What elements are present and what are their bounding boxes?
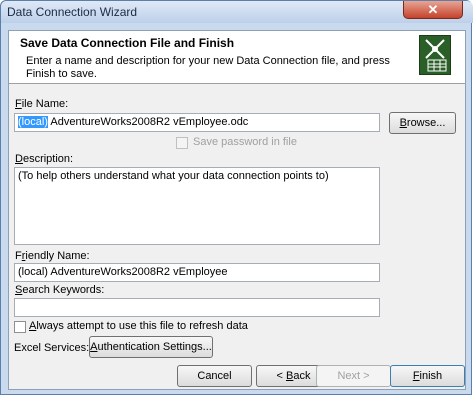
wizard-body: Save Data Connection File and Finish Ent… [8,30,466,390]
wizard-header: Save Data Connection File and Finish Ent… [9,31,465,84]
description-label: Description: [15,153,74,165]
excel-services-label: Excel Services: [14,342,90,354]
page-description: Enter a name and description for your ne… [26,55,390,80]
close-icon: ✕ [427,2,439,17]
always-attempt-checkbox[interactable] [14,321,26,333]
file-name-input[interactable]: (local) AdventureWorks2008R2 vEmployee.o… [14,113,380,132]
cancel-button[interactable]: Cancel [177,365,252,387]
always-attempt-label: Always attempt to use this file to refre… [29,320,248,332]
title-bar[interactable]: Data Connection Wizard ✕ [1,1,473,23]
file-name-selected-text: (local) [18,116,48,128]
friendly-name-label: Friendly Name: [15,250,90,262]
window-title: Data Connection Wizard [7,5,138,19]
data-connection-icon [419,35,451,75]
description-textarea[interactable]: (To help others understand what your dat… [14,167,380,245]
wizard-window: Data Connection Wizard ✕ Save Data Conne… [0,0,473,395]
save-password-label: Save password in file [193,136,297,148]
file-name-label: File Name: [15,98,69,110]
close-button[interactable]: ✕ [403,1,463,19]
finish-button[interactable]: Finish [390,365,465,387]
file-name-text: AdventureWorks2008R2 vEmployee.odc [47,116,249,128]
search-keywords-label: Search Keywords: [15,284,105,296]
friendly-name-text: (local) AdventureWorks2008R2 vEmployee [18,266,228,278]
next-button[interactable]: Next > [316,365,391,387]
browse-button[interactable]: Browse... [389,112,456,134]
page-title: Save Data Connection File and Finish [20,36,235,50]
search-keywords-input[interactable] [14,298,380,317]
description-text: (To help others understand what your dat… [18,170,329,182]
friendly-name-input[interactable]: (local) AdventureWorks2008R2 vEmployee [14,263,380,282]
save-password-checkbox[interactable] [176,137,188,149]
authentication-settings-button[interactable]: Authentication Settings... [89,336,213,358]
